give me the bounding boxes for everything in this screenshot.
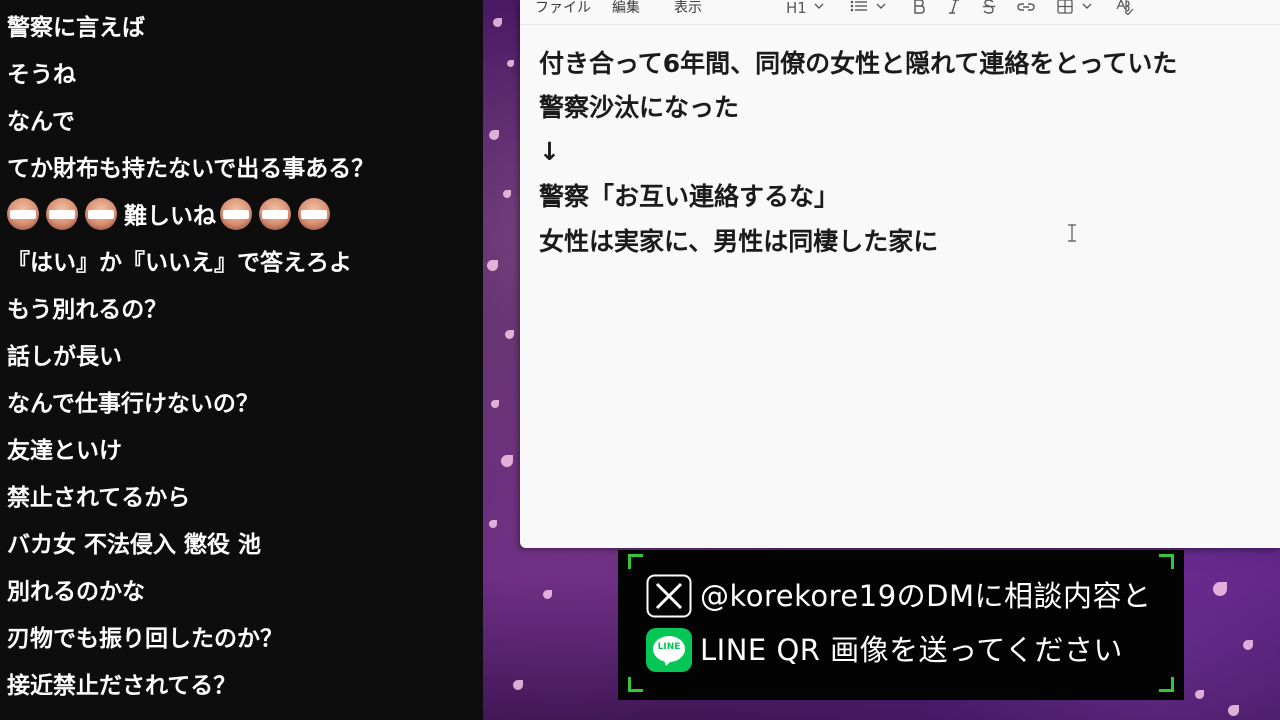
document-line[interactable]: 女性は実家に、男性は同棲した家に (539, 222, 938, 262)
petal-decoration (1243, 640, 1253, 650)
promo-line-1: @korekore19のDMに相談内容と (700, 579, 1152, 613)
chevron-down-icon[interactable] (876, 1, 886, 19)
chat-message-text: 難しいね (124, 203, 216, 230)
face-emote-icon (46, 197, 78, 230)
corner-bracket (628, 677, 643, 692)
petal-decoration (489, 520, 497, 528)
petal-decoration (1195, 690, 1204, 699)
chat-message: 刃物でも振り回したのか？ (7, 626, 283, 652)
petal-decoration (507, 60, 514, 67)
chat-message: もう別れるの？ (7, 297, 168, 323)
petal-decoration (501, 455, 513, 467)
petal-decoration (503, 190, 511, 198)
petal-decoration (505, 330, 514, 339)
chat-message-with-emotes: 難しいね (7, 196, 337, 236)
link-icon[interactable] (1017, 1, 1035, 19)
face-emote-icon (220, 197, 252, 230)
line-app-icon: LINE (646, 628, 692, 672)
chat-message: 話しが長い (7, 344, 122, 370)
chat-message: 警察に言えば (7, 15, 145, 41)
heading-label: H1 (786, 0, 807, 17)
petal-decoration (543, 590, 552, 599)
document-line[interactable]: ↓ (539, 132, 560, 172)
chat-panel: 警察に言えば そうね なんで てか財布も持たないで出る事ある？ 難しいね 『はい… (0, 0, 483, 720)
petal-decoration (493, 18, 502, 27)
document-line[interactable]: 付き合って6年間、同僚の女性と隠れて連絡をとっていた (539, 44, 1177, 84)
petal-decoration (1228, 705, 1239, 716)
notepad-editor-window: ファイル 編集 表示 H1 付き合って6年間、同僚の女性と隠れて連絡をとっていた… (520, 0, 1280, 548)
spellcheck-icon[interactable] (1116, 0, 1134, 17)
menu-edit[interactable]: 編集 (612, 0, 640, 20)
chat-message: てか財布も持たないで出る事ある？ (7, 156, 375, 182)
chat-message: そうね (7, 62, 76, 88)
editor-toolbar: ファイル 編集 表示 H1 (520, 0, 1280, 25)
face-emote-icon (7, 197, 39, 230)
list-icon[interactable] (850, 0, 868, 18)
strikethrough-icon[interactable] (982, 0, 996, 17)
petal-decoration (1213, 582, 1227, 596)
chat-message: 接近禁止だされてる？ (7, 673, 237, 699)
chat-message: 禁止されてるから (7, 485, 191, 511)
face-emote-icon (298, 197, 330, 230)
document-line[interactable]: 警察沙汰になった (539, 88, 739, 128)
menu-view[interactable]: 表示 (674, 0, 702, 20)
chat-message: 『はい』か『いいえ』で答えろよ (7, 250, 352, 276)
chevron-down-icon[interactable] (1082, 1, 1092, 19)
x-logo-icon (646, 574, 692, 622)
chat-message: バカ女 不法侵入 懲役 池 (7, 532, 262, 558)
petal-decoration (513, 680, 523, 690)
chevron-down-icon[interactable] (814, 1, 824, 19)
corner-bracket (1159, 554, 1174, 569)
chat-message: 友達といけ (7, 438, 122, 464)
petal-decoration (491, 400, 499, 408)
promo-line-2: LINE QR 画像を送ってください (700, 633, 1123, 667)
petal-decoration (487, 260, 498, 271)
petal-decoration (489, 130, 499, 140)
face-emote-icon (85, 197, 117, 230)
corner-bracket (1159, 677, 1174, 692)
promo-banner: @korekore19のDMに相談内容と LINE LINE QR 画像を送って… (618, 550, 1184, 700)
face-emote-icon (259, 197, 291, 230)
menu-file[interactable]: ファイル (535, 0, 591, 20)
bold-icon[interactable] (913, 0, 925, 17)
corner-bracket (628, 554, 643, 569)
document-line[interactable]: 警察「お互い連絡するな」 (539, 177, 839, 217)
chat-message: 別れるのかな (7, 579, 145, 605)
text-cursor-icon (1068, 224, 1076, 242)
table-icon[interactable] (1057, 0, 1073, 17)
chat-message: なんで仕事行けないの？ (7, 391, 259, 417)
heading-dropdown[interactable]: H1 (786, 0, 807, 18)
line-badge-text: LINE (657, 642, 681, 652)
italic-icon[interactable] (948, 0, 960, 17)
chat-message: なんで (7, 109, 75, 135)
